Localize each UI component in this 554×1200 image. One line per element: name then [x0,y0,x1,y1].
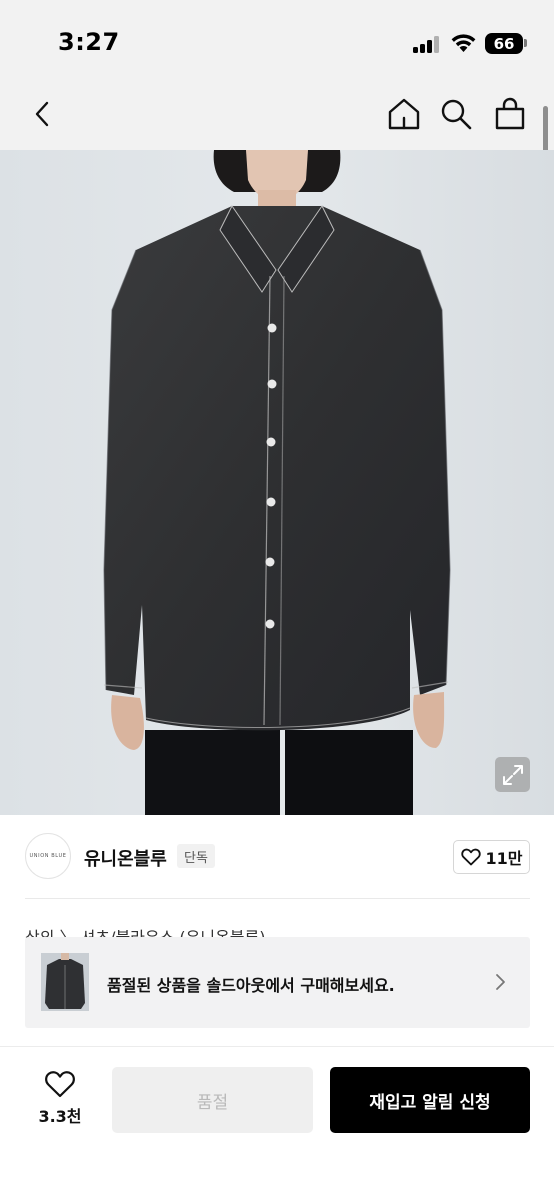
brand-like-count: 11만 [485,849,523,868]
battery-indicator: 66 [485,33,523,54]
brand-logo[interactable]: UNION BLUE [25,833,71,879]
banner-thumbnail [41,953,89,1011]
brand-name[interactable]: 유니온블루 [84,845,167,871]
shopping-bag-icon [495,97,525,130]
chevron-right-icon [496,974,505,990]
shopping-bag-button[interactable] [488,92,532,136]
chevron-left-icon [35,101,49,127]
cellular-signal-icon [413,36,441,53]
banner-text: 품절된 상품을 솔드아웃에서 구매해보세요. [107,976,395,995]
product-image[interactable] [0,150,554,815]
expand-icon [502,764,523,785]
brand-row: UNION BLUE 유니온블루 단독 11만 [0,815,554,899]
wifi-icon [451,34,476,52]
bottom-action-bar: 3.3천 품절 재입고 알림 신청 [0,1046,554,1200]
top-navigation [0,80,554,150]
wishlist-count: 3.3천 [38,1107,82,1126]
back-button[interactable] [20,92,64,136]
heart-icon [45,1071,75,1098]
divider [25,898,530,899]
soldout-banner[interactable]: 품절된 상품을 솔드아웃에서 구매해보세요. [25,937,530,1028]
home-icon [388,98,420,130]
brand-logo-text: UNION BLUE [29,853,67,859]
exclusive-badge: 단독 [177,844,215,868]
restock-alert-button[interactable]: 재입고 알림 신청 [330,1067,530,1133]
brand-like-button[interactable]: 11만 [453,840,530,874]
status-bar: 3:27 66 [0,0,554,80]
soldout-button[interactable]: 품절 [112,1067,313,1133]
wishlist-button[interactable]: 3.3천 [25,1069,95,1135]
search-icon [441,99,472,130]
heart-icon [460,848,481,866]
product-photo [0,150,554,815]
status-time: 3:27 [58,28,120,56]
battery-tip [524,39,527,47]
home-button[interactable] [382,92,426,136]
search-button[interactable] [434,92,478,136]
expand-image-button[interactable] [495,757,530,792]
